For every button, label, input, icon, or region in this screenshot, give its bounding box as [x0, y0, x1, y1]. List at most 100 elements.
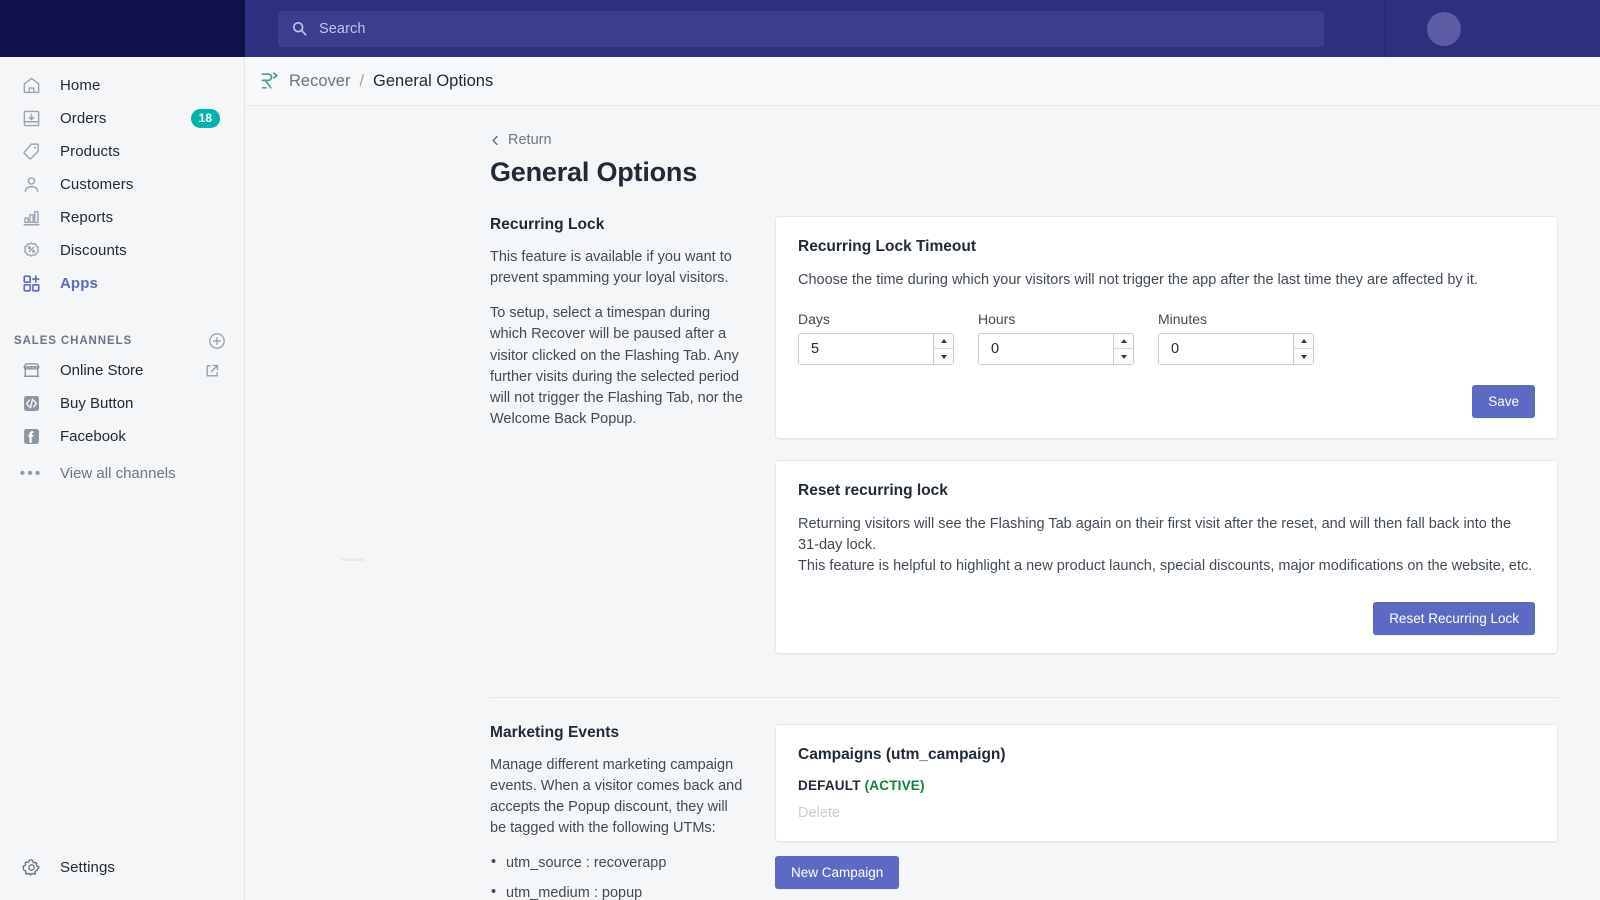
days-decrement-button[interactable] — [934, 349, 953, 365]
campaign-delete-link[interactable]: Delete — [798, 805, 1535, 821]
minutes-increment-button[interactable] — [1294, 334, 1313, 350]
sidebar-item-customers[interactable]: Customers — [6, 168, 236, 201]
section-description-recurring-lock: Recurring Lock This feature is available… — [490, 216, 775, 675]
caret-up-icon — [1300, 339, 1307, 344]
gear-icon — [20, 856, 42, 878]
external-link-icon[interactable] — [204, 363, 220, 379]
topbar-user-zone — [1385, 0, 1600, 57]
sidebar-nav: Home Orders 18 Products Customers Report… — [0, 57, 244, 300]
sidebar-channel-buy-button[interactable]: Buy Button — [6, 387, 236, 420]
minutes-stepper[interactable]: 0 — [1158, 333, 1314, 366]
customers-icon — [20, 174, 42, 196]
main-content: Recover / General Options Return General… — [245, 57, 1600, 900]
sidebar-item-products[interactable]: Products — [6, 135, 236, 168]
caret-down-icon — [940, 354, 947, 359]
reports-icon — [20, 207, 42, 229]
return-label: Return — [508, 132, 552, 148]
breadcrumb-app[interactable]: Recover — [289, 72, 350, 91]
sidebar-item-home[interactable]: Home — [6, 69, 236, 102]
settings-label: Settings — [60, 858, 115, 876]
sidebar-item-settings[interactable]: Settings — [0, 850, 245, 884]
card-title: Recurring Lock Timeout — [798, 238, 976, 255]
minutes-input-value[interactable]: 0 — [1159, 334, 1293, 365]
page-body: Return General Options Recurring Lock Th… — [245, 106, 1600, 900]
section-paragraph: To setup, select a timespan during which… — [490, 305, 743, 428]
new-campaign-button[interactable]: New Campaign — [775, 855, 900, 889]
facebook-icon — [20, 426, 42, 448]
search-icon — [292, 21, 307, 36]
sidebar: Home Orders 18 Products Customers Report… — [0, 57, 245, 900]
days-input-value[interactable]: 5 — [799, 334, 933, 365]
save-button[interactable]: Save — [1472, 385, 1535, 419]
sidebar-channel-facebook[interactable]: Facebook — [6, 420, 236, 453]
minutes-stepper-buttons — [1293, 334, 1313, 365]
section-heading: Recurring Lock — [490, 216, 605, 233]
card-reset-recurring-lock: Reset recurring lock Returning visitors … — [775, 460, 1558, 654]
minutes-decrement-button[interactable] — [1294, 349, 1313, 365]
sidebar-item-label: Discounts — [60, 242, 127, 259]
section-cards-recurring-lock: Recurring Lock Timeout Choose the time d… — [775, 216, 1558, 675]
sidebar-channel-online-store[interactable]: Online Store — [6, 354, 236, 387]
topbar-logo-zone — [0, 0, 245, 57]
timeout-fields: Days 5 Hours 0 Minutes 0 — [798, 311, 1535, 366]
sidebar-item-label: Orders — [60, 110, 107, 127]
caret-down-icon — [1300, 354, 1307, 359]
hours-input-value[interactable]: 0 — [979, 334, 1113, 365]
campaign-name: DEFAULT — [798, 777, 861, 793]
orders-icon — [20, 108, 42, 130]
sidebar-item-label: Home — [60, 77, 101, 94]
section-paragraph: Manage different marketing campaign even… — [490, 756, 743, 837]
sidebar-item-label: Reports — [60, 209, 114, 226]
section-heading: Marketing Events — [490, 723, 620, 741]
field-minutes: Minutes 0 — [1158, 311, 1314, 366]
days-stepper[interactable]: 5 — [798, 333, 954, 366]
section-divider — [490, 696, 1558, 698]
sidebar-item-reports[interactable]: Reports — [6, 201, 236, 234]
reset-actions: Reset Recurring Lock — [798, 601, 1535, 635]
timeout-actions: Save — [798, 385, 1535, 419]
orders-badge: 18 — [190, 109, 220, 128]
sales-channels-title: SALES CHANNELS — [14, 335, 133, 347]
field-label: Days — [798, 311, 830, 328]
caret-down-icon — [1120, 354, 1127, 359]
discounts-icon — [20, 240, 42, 262]
reset-recurring-lock-button[interactable]: Reset Recurring Lock — [1373, 601, 1535, 635]
breadcrumb-current: General Options — [373, 71, 494, 90]
sidebar-view-all-channels[interactable]: ••• View all channels — [6, 457, 236, 490]
hours-stepper[interactable]: 0 — [978, 333, 1134, 366]
sidebar-item-label: Customers — [60, 176, 134, 193]
breadcrumb-separator: / — [359, 71, 365, 90]
channel-label: Buy Button — [60, 395, 134, 412]
days-stepper-buttons — [933, 334, 953, 365]
field-days: Days 5 — [798, 311, 954, 366]
return-link[interactable]: Return — [490, 132, 580, 148]
days-increment-button[interactable] — [934, 334, 953, 350]
search-input[interactable]: Search — [278, 10, 1324, 47]
card-recurring-lock-timeout: Recurring Lock Timeout Choose the time d… — [775, 216, 1558, 440]
recover-logo-icon — [258, 71, 280, 91]
code-icon — [20, 393, 42, 415]
home-icon — [20, 75, 42, 97]
list-item: utm_source : recoverapp — [490, 852, 745, 875]
plus-circle-icon[interactable] — [208, 332, 226, 350]
campaign-status-badge: (ACTIVE) — [864, 777, 925, 793]
sidebar-item-label: Apps — [60, 275, 98, 292]
list-item: utm_medium : popup — [490, 882, 745, 900]
sidebar-item-discounts[interactable]: Discounts — [6, 234, 236, 267]
utm-list: utm_source : recoverapp utm_medium : pop… — [490, 852, 745, 900]
scroll-indicator — [341, 558, 365, 561]
chevron-left-icon — [490, 135, 501, 146]
avatar[interactable] — [1427, 11, 1461, 46]
ellipsis-icon: ••• — [19, 464, 43, 482]
hours-decrement-button[interactable] — [1114, 349, 1133, 365]
hours-increment-button[interactable] — [1114, 334, 1133, 350]
sidebar-item-apps[interactable]: Apps — [6, 267, 236, 300]
sidebar-item-orders[interactable]: Orders 18 — [6, 102, 236, 135]
card-title: Reset recurring lock — [798, 482, 948, 500]
hours-stepper-buttons — [1113, 334, 1133, 365]
section-marketing-events: Marketing Events Manage different market… — [490, 723, 1558, 900]
caret-up-icon — [1120, 339, 1127, 344]
card-description: This feature is helpful to highlight a n… — [798, 558, 1533, 575]
section-cards-marketing-events: Campaigns (utm_campaign) DEFAULT (ACTIVE… — [775, 723, 1558, 900]
section-paragraph: This feature is available if you want to… — [490, 249, 732, 287]
